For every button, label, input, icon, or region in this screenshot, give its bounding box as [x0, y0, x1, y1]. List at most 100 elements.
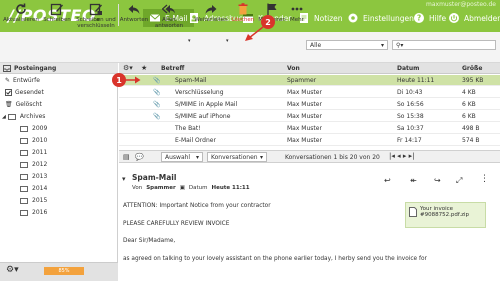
nav-help[interactable]: ? Hilfe	[413, 11, 446, 25]
star-icon: ★	[141, 64, 148, 72]
filter-select[interactable]: Alle ▾	[306, 40, 388, 50]
message-row[interactable]: 📎 S/MIME auf iPhone Max Muster So 15:38 …	[119, 111, 500, 122]
gear-icon	[348, 13, 358, 23]
refresh-button[interactable]: Aktualisieren	[3, 2, 39, 23]
folder-icon	[20, 173, 28, 180]
folder-drafts[interactable]: ✎ Entwürfe	[0, 75, 117, 86]
search-icon: ⚲▾	[396, 41, 404, 49]
contact-icon: ▣	[179, 185, 185, 191]
compose-button[interactable]: Schreiben	[43, 2, 71, 23]
help-icon: ?	[414, 13, 424, 23]
preview-subject: Spam-Mail	[132, 173, 177, 182]
message-row[interactable]: 📎 Spam-Mail Spammer Heute 11:11 395 KB	[119, 75, 500, 86]
folder-2012[interactable]: 2012	[0, 159, 117, 170]
file-icon	[409, 207, 417, 217]
forward-icon[interactable]: ↪	[434, 176, 441, 185]
column-date[interactable]: Datum	[397, 65, 419, 72]
folder-2013[interactable]: 2013	[0, 171, 117, 182]
attachment-icon: 📎	[153, 101, 161, 108]
chevron-down-icon: ▾	[195, 153, 199, 161]
folder-icon	[20, 137, 28, 144]
power-icon	[449, 13, 459, 23]
body-line: as agreed on talking to your lovely assi…	[123, 256, 427, 262]
callout-marker: 1	[112, 73, 126, 87]
pagination-arrows[interactable]: |◂ ◂ ▸ ▸|	[389, 152, 414, 160]
list-options-gear-icon[interactable]: ⚙▾	[123, 64, 133, 72]
folder-2009[interactable]: 2009	[0, 123, 117, 134]
message-count: Konversationen 1 bis 20 von 20	[285, 154, 380, 161]
message-list-header: ⚙▾ ★ Betreff Von Datum Größe	[119, 63, 500, 74]
attachment-icon: 📎	[153, 77, 161, 84]
more-button[interactable]: Mehr	[288, 2, 306, 23]
user-email: maxmuster@posteo.de	[426, 1, 496, 8]
trash-icon	[238, 3, 248, 15]
folder-2010[interactable]: 2010	[0, 135, 117, 146]
attachment-icon: 📎	[153, 113, 161, 120]
reply-all-button[interactable]: Allen antworten	[150, 2, 188, 29]
folder-icon	[7, 113, 16, 120]
compose-icon	[50, 3, 63, 16]
attachment-card[interactable]: Your invoice #9088752.pdf.zip	[405, 202, 486, 228]
nav-logout[interactable]: Abmelden	[448, 11, 500, 25]
collapse-toggle-icon[interactable]: ▾	[122, 175, 126, 183]
expand-icon[interactable]: ⤢	[456, 176, 462, 186]
forward-button[interactable]: Weiterleiten	[194, 2, 228, 23]
preview-sender[interactable]: Spammer	[146, 185, 176, 191]
reply-all-icon	[162, 4, 175, 14]
message-row[interactable]: The Bat! Max Muster Sa 10:37 498 B	[119, 123, 500, 134]
reply-icon[interactable]: ↩	[384, 176, 391, 185]
checkbox-checked-icon	[5, 89, 12, 96]
column-size[interactable]: Größe	[462, 65, 482, 72]
nav-settings[interactable]: Einstellungen	[347, 11, 414, 25]
callout-arrow	[125, 76, 141, 84]
folder-trash[interactable]: 🗑 Gelöscht	[0, 99, 117, 110]
drafts-icon: ✎	[5, 77, 11, 84]
inbox-icon	[3, 65, 11, 72]
preview-header: Von Spammer ▣ Datum Heute 11:11	[132, 185, 250, 191]
folder-2016[interactable]: 2016	[0, 207, 117, 218]
compose-encrypted-button[interactable]: Schreiben und verschlüsseln	[76, 2, 116, 29]
reply-button[interactable]: Antworten	[120, 2, 148, 23]
folder-icon	[20, 197, 28, 204]
column-from[interactable]: Von	[287, 65, 300, 72]
trash-folder-icon: 🗑	[5, 101, 13, 108]
folder-2015[interactable]: 2015	[0, 195, 117, 206]
refresh-icon	[16, 3, 26, 14]
more-icon	[291, 7, 303, 11]
reply-all-icon[interactable]: ↞	[410, 176, 417, 185]
callout-arrow	[245, 26, 264, 41]
folder-icon	[20, 161, 28, 168]
body-line: ATTENTION: Important Notice from your co…	[123, 203, 271, 209]
more-vertical-icon[interactable]: ⋮	[480, 174, 489, 184]
folder-archives[interactable]: ◢ Archives	[0, 111, 117, 122]
search-input[interactable]: ⚲▾	[392, 40, 496, 50]
folder-inbox[interactable]: Posteingang	[0, 63, 118, 74]
layout-icon[interactable]: ▤	[123, 153, 130, 161]
reply-all-dropdown-icon[interactable]: ▾	[188, 38, 191, 44]
message-list-footer: ▤ 💬 Auswahl ▾ Konversationen ▾ Konversatio…	[119, 150, 500, 163]
chevron-down-icon: ▾	[259, 153, 263, 161]
attachment-icon: 📎	[153, 89, 161, 96]
column-subject[interactable]: Betreff	[161, 65, 184, 72]
svg-text:?: ?	[417, 14, 421, 23]
flag-icon	[267, 3, 277, 15]
folder-icon	[20, 209, 28, 216]
forward-icon	[205, 5, 217, 14]
folder-icon	[20, 149, 28, 156]
folder-settings-gear-icon[interactable]: ⚙▾	[6, 265, 19, 275]
collapse-icon[interactable]: ◢	[2, 114, 6, 120]
delete-button[interactable]: Löschen	[230, 2, 256, 23]
forward-dropdown-icon[interactable]: ▾	[226, 38, 229, 44]
message-row[interactable]: E-Mail Ordner Max Muster Fr 14:17 574 B	[119, 135, 500, 146]
message-row[interactable]: 📎 Verschlüsselung Max Muster Di 10:43 4 …	[119, 87, 500, 98]
reply-icon	[128, 5, 140, 14]
threads-select[interactable]: Konversationen ▾	[207, 152, 267, 162]
selection-select[interactable]: Auswahl ▾	[161, 152, 203, 162]
quota-fill: 85%	[44, 267, 84, 275]
folder-2014[interactable]: 2014	[0, 183, 117, 194]
chat-icon[interactable]: 💬	[135, 153, 144, 161]
folder-2011[interactable]: 2011	[0, 147, 117, 158]
message-row[interactable]: 📎 S/MIME in Apple Mail Max Muster So 16:…	[119, 99, 500, 110]
folder-icon	[20, 125, 28, 132]
folder-sent[interactable]: Gesendet	[0, 87, 117, 98]
